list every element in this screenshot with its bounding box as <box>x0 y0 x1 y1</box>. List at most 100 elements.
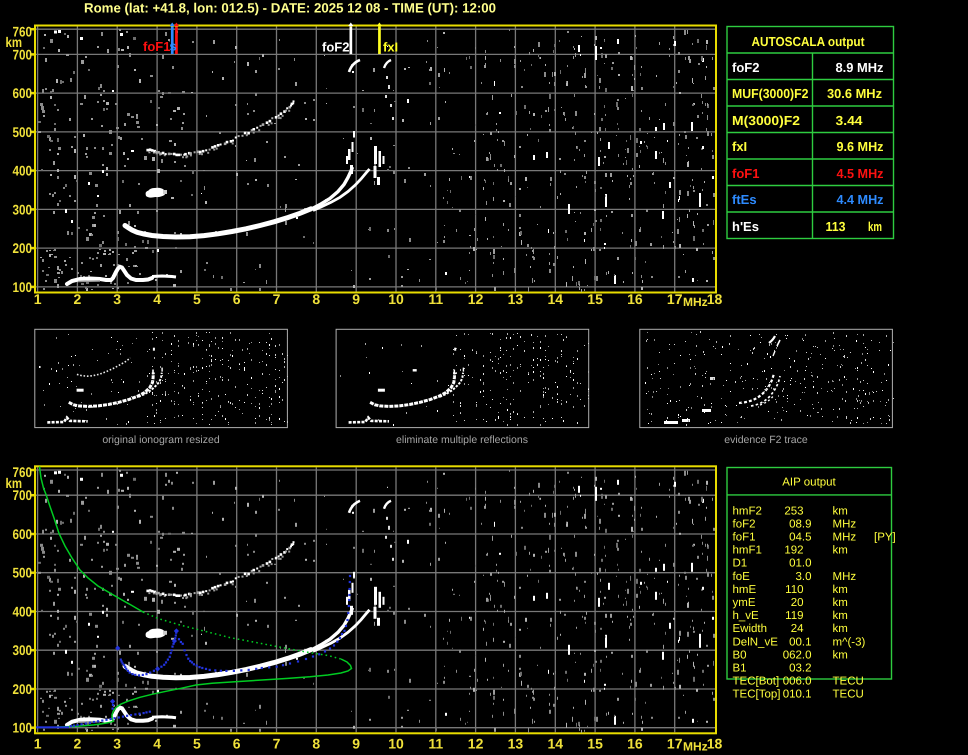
svg-text:062.0: 062.0 <box>783 649 812 661</box>
svg-text:3.0: 3.0 <box>796 571 812 583</box>
svg-text:h'Es: h'Es <box>732 219 759 234</box>
svg-text:TECU: TECU <box>833 689 864 701</box>
svg-text:7: 7 <box>273 736 281 752</box>
svg-text:evidence F2 trace: evidence F2 trace <box>724 434 808 446</box>
svg-text:300: 300 <box>13 642 33 658</box>
svg-text:1: 1 <box>34 736 42 752</box>
svg-text:hmE: hmE <box>733 584 757 596</box>
svg-text:km: km <box>833 649 848 661</box>
svg-text:18: 18 <box>707 291 723 307</box>
svg-text:12: 12 <box>468 736 484 752</box>
svg-text:192: 192 <box>784 545 803 557</box>
svg-text:03.2: 03.2 <box>789 663 811 675</box>
svg-text:08.9: 08.9 <box>789 518 811 530</box>
svg-text:foF2: foF2 <box>732 60 759 75</box>
svg-text:110: 110 <box>785 584 803 596</box>
svg-text:500: 500 <box>13 124 33 140</box>
svg-text:1: 1 <box>34 291 42 307</box>
svg-text:4.4 MHz: 4.4 MHz <box>837 192 884 207</box>
svg-text:MUF(3000)F2: MUF(3000)F2 <box>732 86 809 101</box>
svg-text:foF2: foF2 <box>322 40 349 55</box>
svg-text:6: 6 <box>233 291 241 307</box>
svg-text:18: 18 <box>707 736 723 752</box>
svg-text:8.9 MHz: 8.9 MHz <box>836 60 884 75</box>
svg-text:00.1: 00.1 <box>789 636 811 648</box>
svg-text:17: 17 <box>667 736 683 752</box>
svg-text:24: 24 <box>791 623 804 635</box>
svg-text:MHz: MHz <box>683 740 708 754</box>
svg-text:300: 300 <box>13 201 33 217</box>
svg-text:6: 6 <box>233 736 241 752</box>
svg-text:hmF1: hmF1 <box>733 545 762 557</box>
svg-text:600: 600 <box>13 526 33 542</box>
svg-text:Rome (lat: +41.8, lon: 012.5): Rome (lat: +41.8, lon: 012.5) - DATE: 20… <box>84 1 496 16</box>
svg-text:16: 16 <box>627 736 643 752</box>
svg-text:km: km <box>833 610 848 622</box>
svg-text:hmF2: hmF2 <box>733 505 762 517</box>
svg-text:TECU: TECU <box>833 676 864 688</box>
svg-text:5: 5 <box>193 736 201 752</box>
svg-text:8: 8 <box>312 291 320 307</box>
svg-text:4: 4 <box>153 291 161 307</box>
svg-text:10: 10 <box>388 291 404 307</box>
svg-text:11: 11 <box>428 291 443 307</box>
svg-text:3: 3 <box>113 291 121 307</box>
svg-text:253: 253 <box>784 505 803 517</box>
svg-text:AUTOSCALA output: AUTOSCALA output <box>752 34 866 49</box>
svg-text:01.0: 01.0 <box>789 558 811 570</box>
svg-text:3.44: 3.44 <box>836 113 864 128</box>
svg-text:km: km <box>833 545 848 557</box>
svg-text:14: 14 <box>548 291 564 307</box>
svg-text:km: km <box>833 597 848 609</box>
svg-text:DelN_vE: DelN_vE <box>733 636 779 648</box>
svg-text:foF1: foF1 <box>732 166 759 181</box>
svg-text:14: 14 <box>548 736 564 752</box>
svg-text:ftEs: ftEs <box>732 192 757 207</box>
svg-text:foF1: foF1 <box>733 532 756 544</box>
svg-text:km: km <box>833 505 848 517</box>
svg-text:04.5: 04.5 <box>789 532 811 544</box>
svg-text:006.0: 006.0 <box>783 676 812 688</box>
svg-text:km: km <box>868 219 882 234</box>
svg-text:[PY]: [PY] <box>874 532 896 544</box>
svg-text:original ionogram resized: original ionogram resized <box>102 434 219 446</box>
svg-text:113: 113 <box>826 219 846 234</box>
svg-text:4: 4 <box>153 736 161 752</box>
svg-text:km: km <box>6 34 23 50</box>
svg-text:km: km <box>6 475 23 491</box>
svg-text:Ewidth: Ewidth <box>733 623 768 635</box>
svg-text:MHz: MHz <box>833 571 857 583</box>
svg-text:13: 13 <box>508 736 524 752</box>
svg-text:fxI: fxI <box>732 139 747 154</box>
svg-text:MHz: MHz <box>833 518 857 530</box>
svg-text:9: 9 <box>352 291 360 307</box>
svg-text:fxI: fxI <box>383 40 398 55</box>
svg-text:200: 200 <box>13 240 33 256</box>
svg-text:10: 10 <box>388 736 404 752</box>
svg-text:3: 3 <box>113 736 121 752</box>
svg-text:h_vE: h_vE <box>733 610 760 622</box>
svg-text:TEC[Bot]: TEC[Bot] <box>733 676 780 688</box>
svg-text:7: 7 <box>273 291 281 307</box>
svg-text:2: 2 <box>74 291 82 307</box>
svg-text:ymE: ymE <box>733 597 756 609</box>
svg-text:TEC[Top]: TEC[Top] <box>733 689 781 701</box>
svg-text:AIP output: AIP output <box>782 477 836 489</box>
svg-text:eliminate multiple reflections: eliminate multiple reflections <box>396 434 528 446</box>
svg-text:9.6 MHz: 9.6 MHz <box>837 139 884 154</box>
svg-text:MHz: MHz <box>833 532 857 544</box>
svg-text:11: 11 <box>428 736 443 752</box>
svg-text:400: 400 <box>13 163 33 179</box>
svg-text:2: 2 <box>74 736 82 752</box>
svg-text:100: 100 <box>13 720 33 736</box>
svg-text:13: 13 <box>508 291 524 307</box>
svg-text:15: 15 <box>587 736 603 752</box>
svg-text:foE: foE <box>733 571 751 583</box>
svg-text:8: 8 <box>312 736 320 752</box>
svg-text:16: 16 <box>627 291 643 307</box>
svg-text:M(3000)F2: M(3000)F2 <box>732 113 800 128</box>
svg-text:km: km <box>833 623 848 635</box>
svg-text:5: 5 <box>193 291 201 307</box>
svg-text:17: 17 <box>667 291 683 307</box>
svg-text:foF1: foF1 <box>143 39 170 54</box>
